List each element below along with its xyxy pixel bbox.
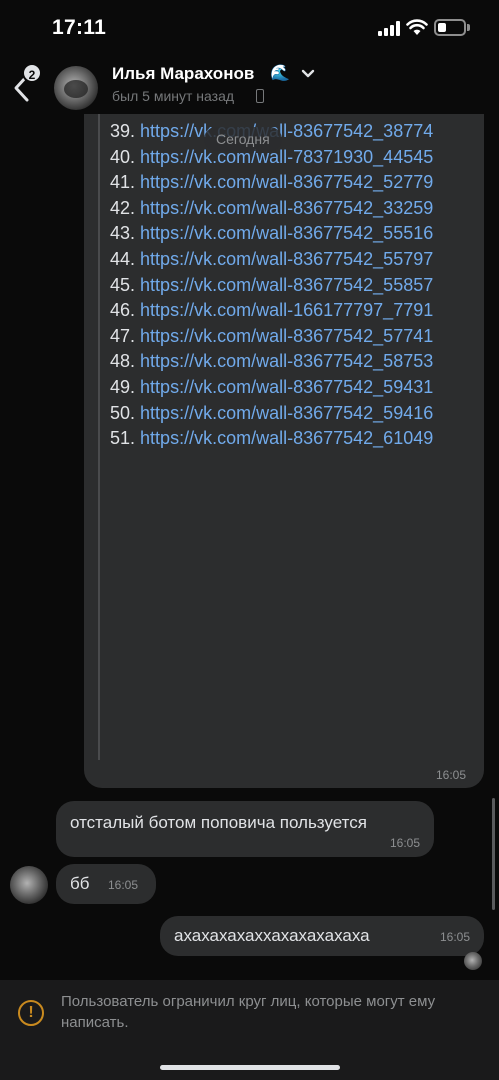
contact-avatar[interactable] bbox=[54, 66, 98, 110]
cellular-signal-icon bbox=[378, 20, 402, 36]
list-item: 39. https://vk.com/wall-83677542_38774 bbox=[110, 121, 434, 141]
scrollbar[interactable] bbox=[492, 798, 495, 910]
list-item: 43. https://vk.com/wall-83677542_55516 bbox=[110, 223, 434, 244]
link[interactable]: https://vk.com/wall-78371930_44545 bbox=[140, 147, 433, 167]
list-item: 49. https://vk.com/wall-83677542_59431 bbox=[110, 376, 434, 397]
mobile-phone-icon bbox=[256, 89, 264, 103]
list-item: 44. https://vk.com/wall-83677542_55797 bbox=[110, 248, 434, 269]
message-text: отсталый ботом поповича пользуется bbox=[70, 813, 367, 832]
list-item: 41. https://vk.com/wall-83677542_52779 bbox=[110, 172, 434, 193]
chat-header: 2 Илья Марахонов 🌊 был 5 минут назад bbox=[0, 56, 499, 114]
list-item: 50. https://vk.com/wall-83677542_59416 bbox=[110, 402, 434, 423]
contact-emoji: 🌊 bbox=[270, 65, 290, 82]
read-receipt-avatar bbox=[464, 952, 482, 970]
battery-cap bbox=[467, 24, 470, 31]
date-separator: Сегодня bbox=[204, 127, 282, 151]
message-time: 16:05 bbox=[389, 836, 420, 850]
contact-name[interactable]: Илья Марахонов bbox=[112, 64, 254, 84]
list-item: 47. https://vk.com/wall-83677542_57741 bbox=[110, 325, 434, 346]
link[interactable]: https://vk.com/wall-166177797_7791 bbox=[140, 300, 433, 320]
link[interactable]: https://vk.com/wall-83677542_59416 bbox=[140, 403, 433, 423]
status-time: 17:11 bbox=[52, 16, 107, 39]
status-bar: 17:11 bbox=[0, 0, 499, 56]
link-list: 39. https://vk.com/wall-83677542_38774 4… bbox=[110, 119, 480, 452]
message-bubble-incoming[interactable]: отсталый ботом поповича пользуется 16:05 bbox=[56, 801, 434, 857]
link[interactable]: https://vk.com/wall-83677542_55516 bbox=[140, 223, 433, 243]
notice-text: Пользователь ограничил круг лиц, которые… bbox=[61, 993, 436, 1031]
message-bubble-outgoing[interactable]: ахахахахаххахахахахаха 16:05 bbox=[160, 916, 484, 956]
link[interactable]: https://vk.com/wall-83677542_38774 bbox=[140, 121, 433, 141]
list-item: 46. https://vk.com/wall-166177797_7791 bbox=[110, 300, 434, 321]
sender-avatar[interactable] bbox=[10, 866, 48, 904]
unread-count-badge: 2 bbox=[22, 63, 42, 83]
wifi-icon bbox=[406, 19, 428, 35]
quote-line bbox=[98, 114, 100, 760]
list-item: 51. https://vk.com/wall-83677542_61049 bbox=[110, 428, 434, 449]
link[interactable]: https://vk.com/wall-83677542_52779 bbox=[140, 172, 433, 192]
link[interactable]: https://vk.com/wall-83677542_59431 bbox=[140, 377, 433, 397]
list-item: 40. https://vk.com/wall-78371930_44545 bbox=[110, 146, 434, 167]
home-indicator[interactable] bbox=[160, 1065, 340, 1070]
link[interactable]: https://vk.com/wall-83677542_33259 bbox=[140, 198, 433, 218]
message-text: ахахахахаххахахахахаха bbox=[174, 926, 370, 945]
list-item: 42. https://vk.com/wall-83677542_33259 bbox=[110, 197, 434, 218]
chevron-down-icon[interactable] bbox=[300, 68, 316, 80]
link[interactable]: https://vk.com/wall-83677542_58753 bbox=[140, 351, 433, 371]
link[interactable]: https://vk.com/wall-83677542_55857 bbox=[140, 275, 433, 295]
list-item: 45. https://vk.com/wall-83677542_55857 bbox=[110, 274, 434, 295]
message-time: 16:05 bbox=[439, 930, 470, 944]
restriction-notice: ! Пользователь ограничил круг лиц, котор… bbox=[0, 980, 499, 1080]
warning-circle-icon: ! bbox=[18, 1000, 44, 1026]
message-time: 16:05 bbox=[436, 768, 467, 782]
message-time: 16:05 bbox=[108, 878, 139, 892]
list-item: 48. https://vk.com/wall-83677542_58753 bbox=[110, 351, 434, 372]
chat-area[interactable]: 39. https://vk.com/wall-83677542_38774 4… bbox=[0, 114, 499, 980]
contact-status: был 5 минут назад bbox=[112, 88, 235, 104]
link[interactable]: https://vk.com/wall-83677542_55797 bbox=[140, 249, 433, 269]
link[interactable]: https://vk.com/wall-83677542_57741 bbox=[140, 326, 433, 346]
message-bubble-incoming[interactable]: бб 16:05 bbox=[56, 864, 156, 904]
link[interactable]: https://vk.com/wall-83677542_61049 bbox=[140, 428, 433, 448]
battery-icon bbox=[434, 19, 466, 36]
message-text: бб bbox=[70, 874, 90, 893]
